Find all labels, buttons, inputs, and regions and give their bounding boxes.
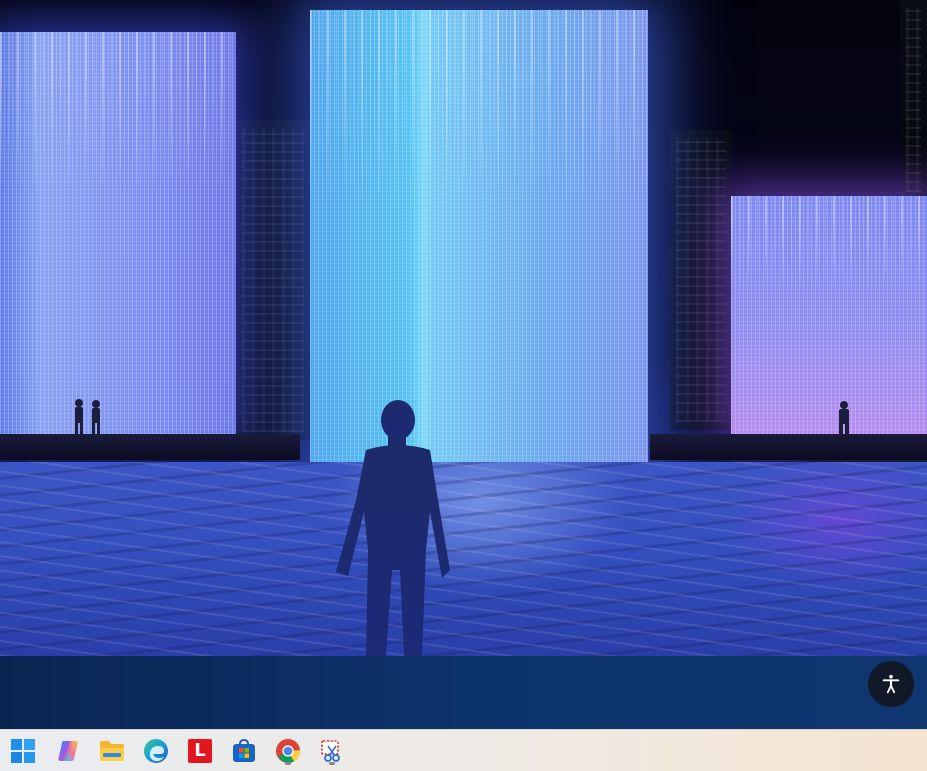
l-app-button[interactable]: L <box>186 737 214 765</box>
small-figure-right <box>839 401 849 436</box>
running-indicator <box>329 762 335 765</box>
file-explorer-button[interactable] <box>98 737 126 765</box>
accessibility-button[interactable] <box>868 661 914 707</box>
l-app-glyph: L <box>194 740 206 761</box>
water-surface <box>0 462 927 656</box>
copilot-button[interactable] <box>54 737 82 765</box>
background-building <box>900 0 927 200</box>
chrome-button[interactable] <box>274 737 302 765</box>
background-building <box>670 130 732 430</box>
wallpaper-image <box>0 0 927 656</box>
page-footer-band <box>0 656 927 729</box>
edge-button[interactable] <box>142 737 170 765</box>
desktop-screen: L <box>0 0 927 771</box>
pier-right <box>650 434 927 460</box>
snipping-tool-icon <box>321 740 340 762</box>
chrome-browser-icon <box>276 739 300 763</box>
small-figures-left <box>75 399 100 434</box>
taskbar: L <box>0 729 927 771</box>
pier-left <box>0 434 300 460</box>
snipping-tool-button[interactable] <box>318 737 346 765</box>
windows-logo-icon <box>11 739 35 763</box>
start-button[interactable] <box>9 737 37 765</box>
person-silhouette <box>326 400 456 656</box>
background-building <box>236 120 310 440</box>
microsoft-store-icon <box>233 738 255 762</box>
running-indicator <box>285 762 291 765</box>
accessibility-person-icon <box>882 674 900 694</box>
folder-icon <box>100 741 124 761</box>
edge-browser-icon <box>144 739 168 763</box>
copilot-icon <box>58 741 78 761</box>
light-cube-left <box>0 32 236 434</box>
store-button[interactable] <box>230 737 258 765</box>
light-cube-right <box>731 196 927 434</box>
